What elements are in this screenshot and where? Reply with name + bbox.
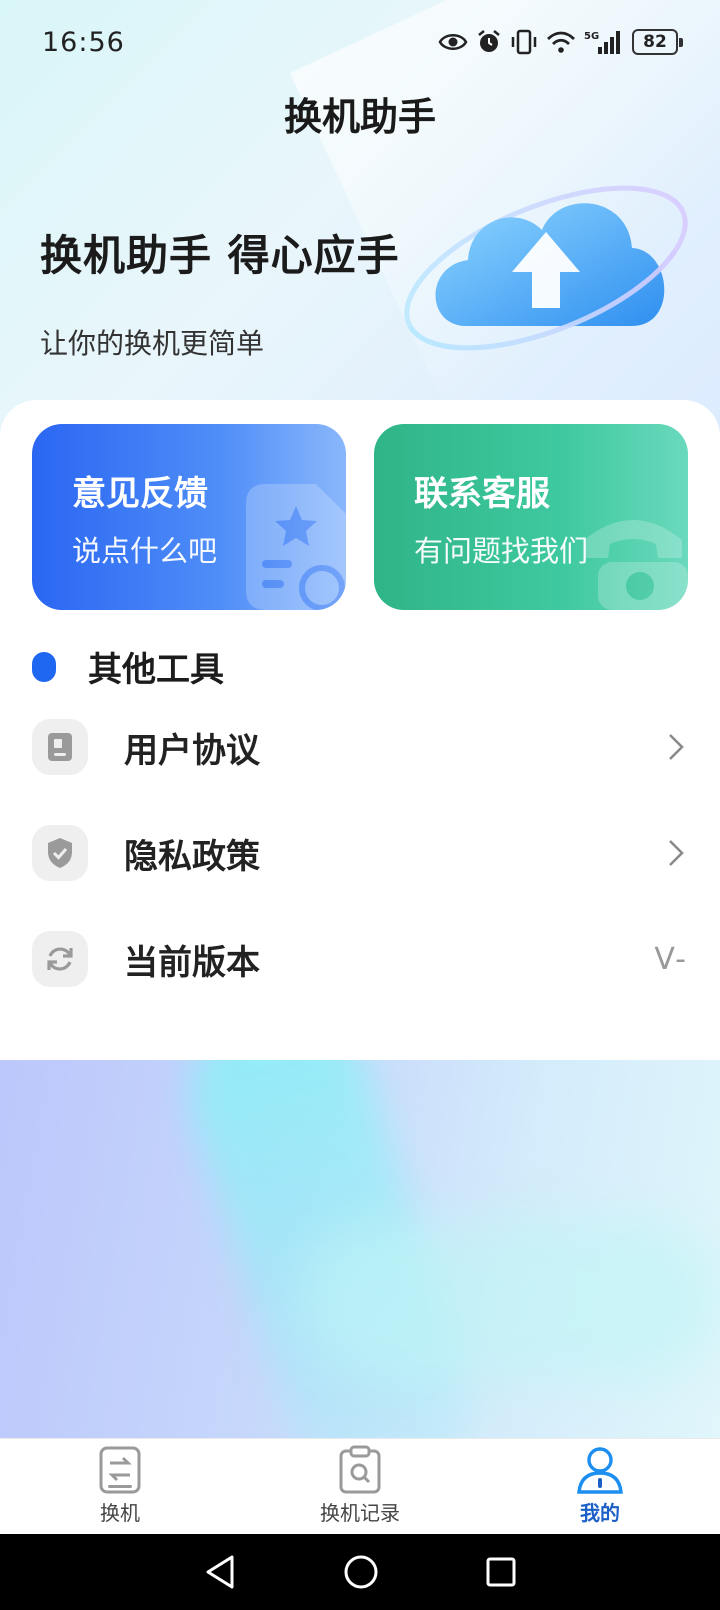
tools-section-title: 其他工具: [88, 650, 224, 690]
shield-icon: [32, 825, 88, 881]
decorative-background: [0, 1060, 720, 1438]
signal-5g-icon: 5G: [584, 31, 620, 54]
privacy-policy-label: 隐私政策: [124, 836, 260, 877]
feedback-card-title: 意见反馈: [72, 474, 208, 514]
service-card-subtitle: 有问题找我们: [414, 534, 589, 568]
current-version-item[interactable]: 当前版本 V-: [32, 924, 688, 994]
battery-indicator: 82: [632, 29, 683, 55]
hero-heading: 换机助手 得心应手: [40, 231, 400, 280]
tab-mine-label: 我的: [580, 1501, 620, 1525]
refresh-icon: [32, 931, 88, 987]
hero-banner: 16:56 5G 82 换机助手 换机助手 得心应手 让你的换机更简单: [0, 0, 720, 440]
status-icons: 5G 82: [438, 29, 683, 55]
section-marker: [32, 651, 66, 682]
user-agreement-label: 用户协议: [124, 730, 260, 771]
tab-switch-records[interactable]: 换机记录: [240, 1439, 480, 1534]
recent-apps-icon[interactable]: [485, 1556, 517, 1588]
wifi-icon: [547, 31, 575, 53]
user-agreement-item[interactable]: 用户协议: [32, 712, 688, 782]
tab-mine[interactable]: 我的: [480, 1439, 720, 1534]
chevron-right-icon: [669, 734, 684, 760]
customer-service-card[interactable]: 联系客服 有问题找我们: [374, 424, 688, 610]
telephone-icon: [584, 520, 688, 610]
vibrate-icon: [511, 29, 537, 55]
bottom-tab-bar: 换机 换机记录 我的: [0, 1438, 720, 1534]
feedback-card-subtitle: 说点什么吧: [72, 534, 218, 568]
status-bar: 16:56 5G 82: [0, 0, 720, 84]
service-card-title: 联系客服: [414, 474, 550, 514]
system-navigation-bar: [0, 1534, 720, 1610]
eye-icon: [438, 34, 468, 50]
clipboard-search-icon: [339, 1445, 381, 1494]
privacy-policy-item[interactable]: 隐私政策: [32, 818, 688, 888]
feedback-document-icon: [246, 484, 346, 610]
cloud-upload-icon: [404, 185, 688, 351]
tab-switch-records-label: 换机记录: [320, 1501, 400, 1525]
tab-switch-phone[interactable]: 换机: [0, 1439, 240, 1534]
switch-phone-icon: [99, 1446, 141, 1494]
network-type-label: 5G: [584, 31, 599, 42]
person-icon: [577, 1447, 623, 1494]
status-time: 16:56: [42, 26, 125, 58]
document-icon: [32, 719, 88, 775]
page-title: 换机助手: [283, 95, 436, 139]
tools-section-header: 其他工具: [32, 642, 224, 691]
version-value: V-: [654, 941, 688, 977]
tab-switch-phone-label: 换机: [100, 1501, 140, 1525]
chevron-right-icon: [669, 840, 684, 866]
current-version-label: 当前版本: [124, 942, 260, 983]
feedback-card[interactable]: 意见反馈 说点什么吧: [32, 424, 346, 610]
back-icon[interactable]: [203, 1554, 237, 1590]
home-icon[interactable]: [343, 1554, 379, 1590]
hero-subtitle: 让你的换机更简单: [40, 327, 265, 360]
alarm-icon: [478, 30, 500, 52]
